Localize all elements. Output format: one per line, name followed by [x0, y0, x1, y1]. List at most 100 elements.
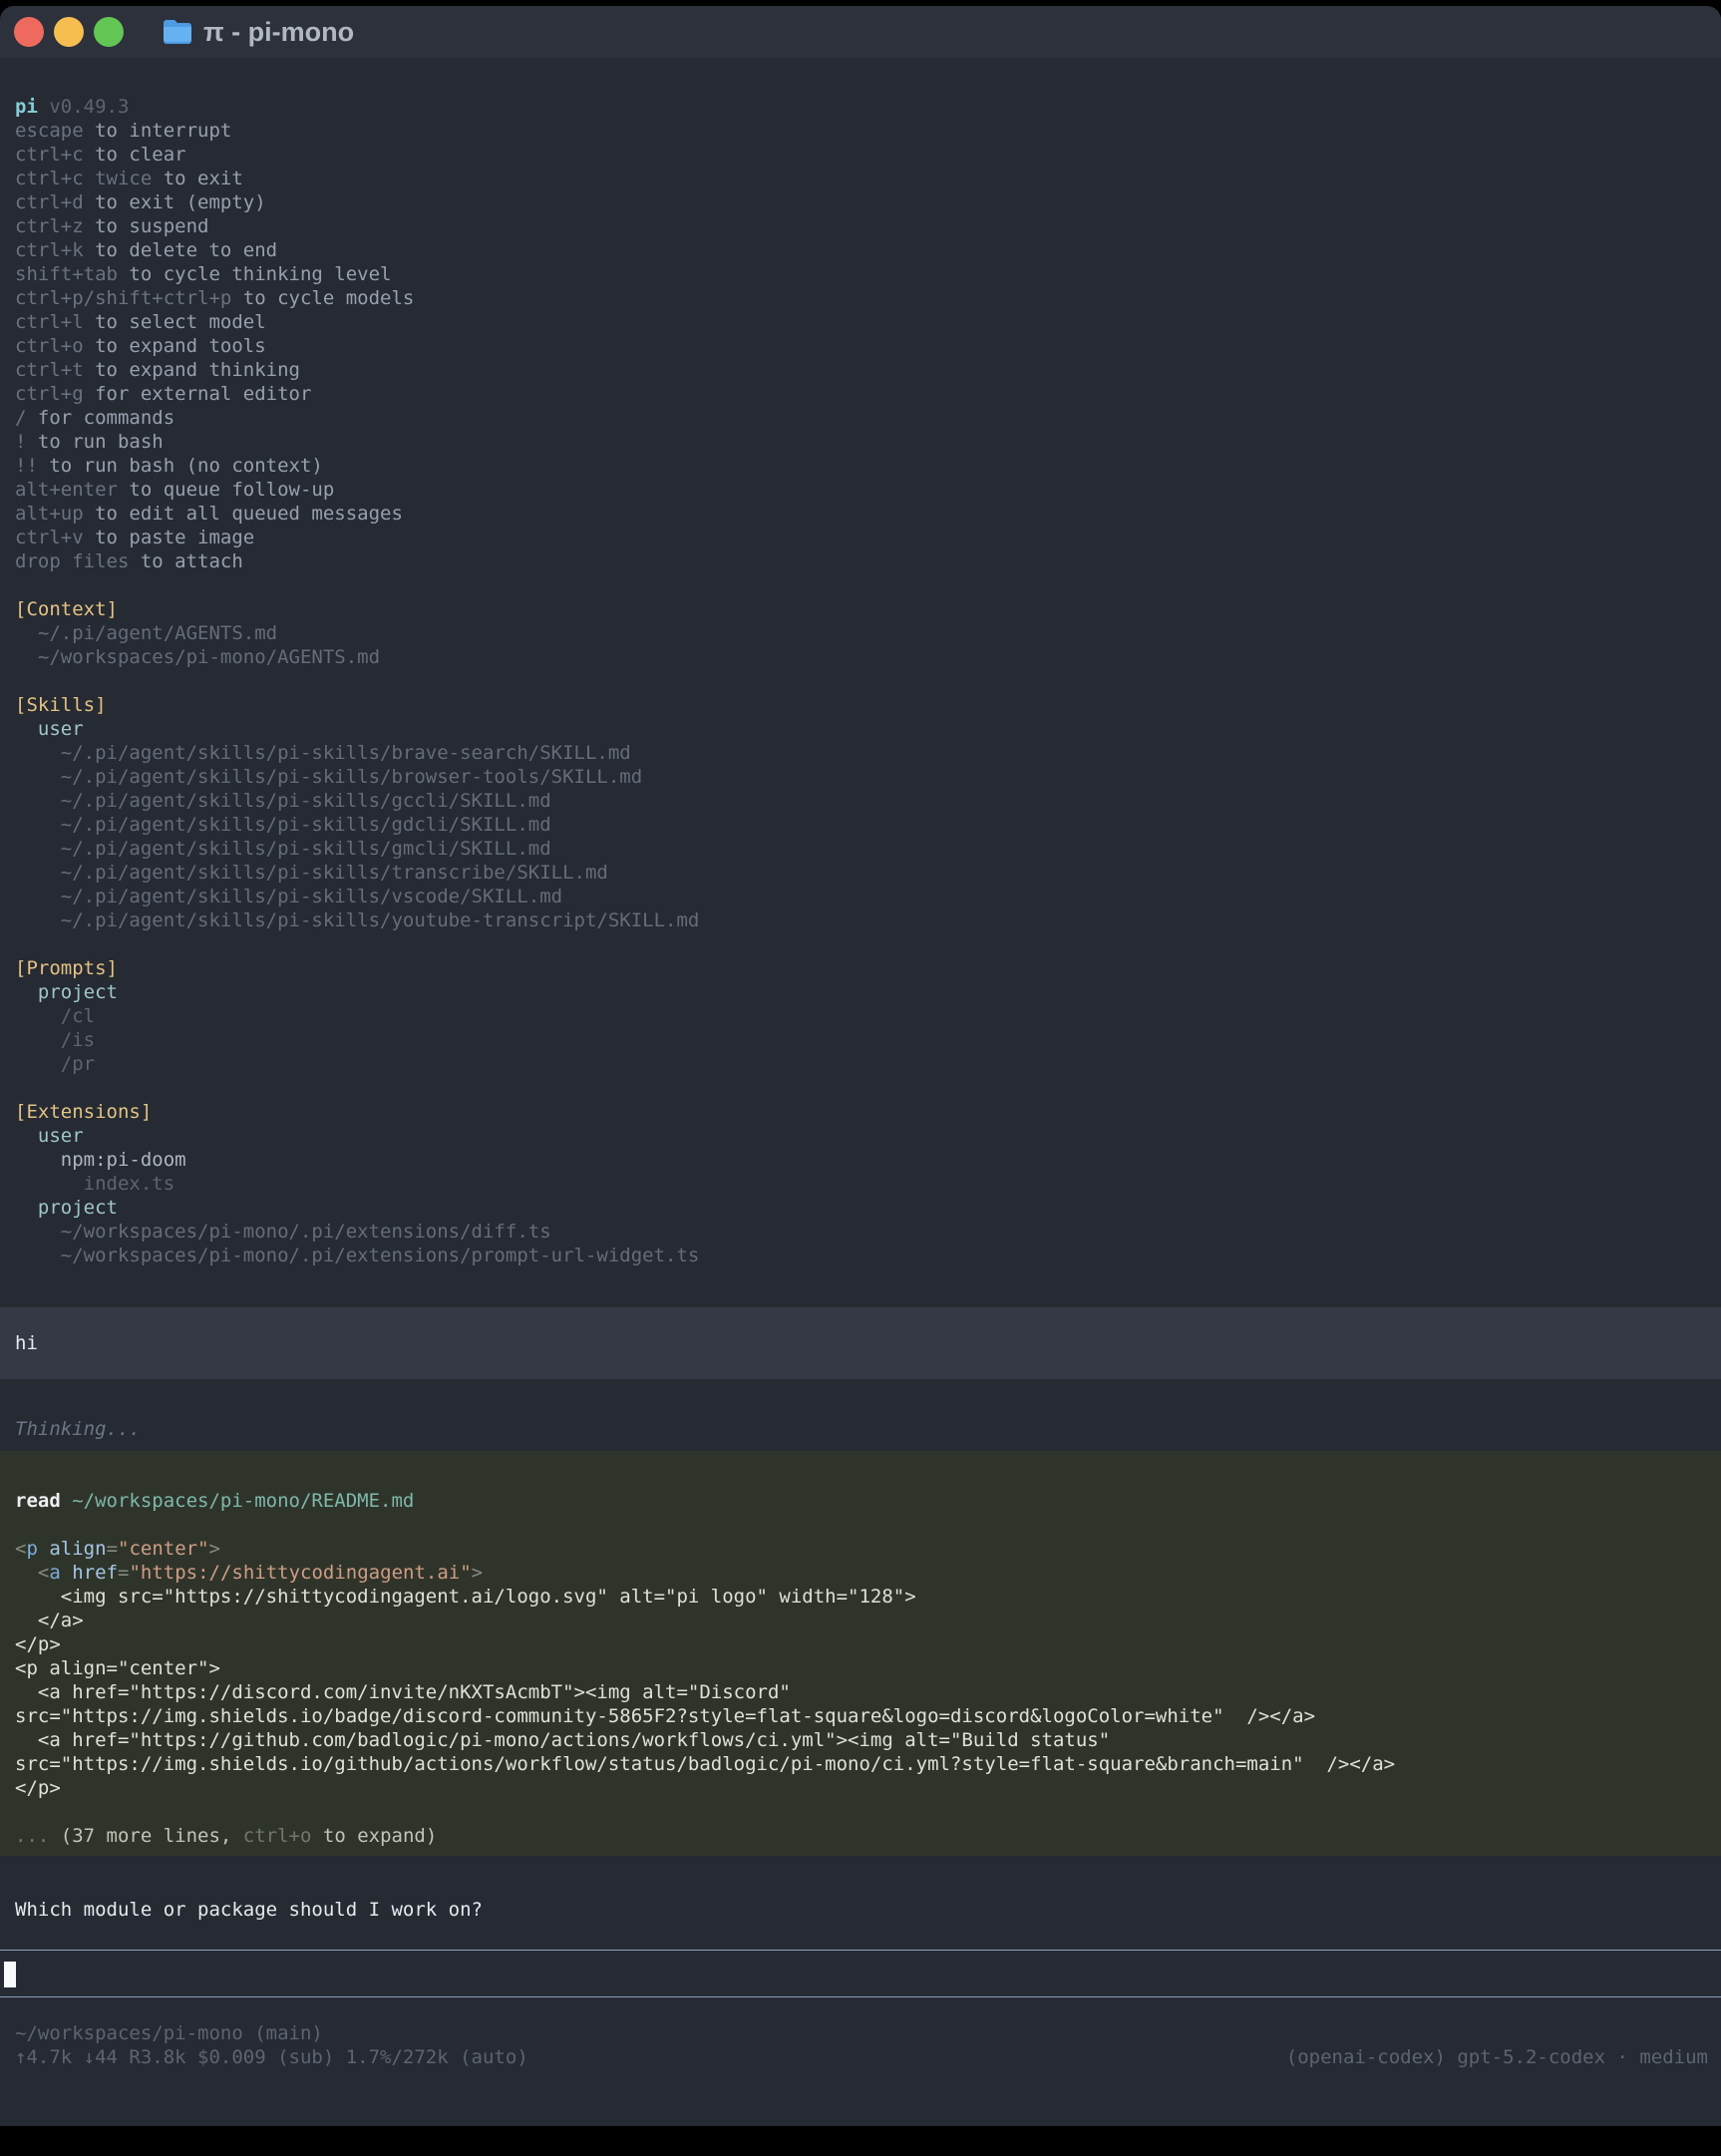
code-segment: >	[209, 1538, 220, 1560]
shortcut-line: ctrl+c to clear	[0, 143, 1721, 167]
shortcut-key: alt+enter	[15, 479, 118, 501]
code-segment: </p>	[15, 1633, 61, 1655]
code-line: <p align="center">	[0, 1537, 1721, 1561]
shortcut-desc: for external editor	[84, 383, 312, 405]
minimize-button[interactable]	[54, 17, 84, 47]
skill-path: ~/.pi/agent/skills/pi-skills/vscode/SKIL…	[0, 885, 1721, 908]
section-header-context: [Context]	[0, 597, 1721, 621]
shortcut-line: ctrl+c twice to exit	[0, 167, 1721, 190]
user-message-text: hi	[15, 1331, 38, 1355]
shortcut-line: drop files to attach	[0, 549, 1721, 573]
shortcut-line: alt+up to edit all queued messages	[0, 502, 1721, 526]
skill-path: ~/.pi/agent/skills/pi-skills/brave-searc…	[0, 741, 1721, 765]
code-segment: align	[49, 1538, 106, 1560]
shortcut-key: ctrl+t	[15, 359, 84, 381]
truncation-segment: ctrl+o	[243, 1825, 312, 1847]
folder-icon	[162, 19, 193, 45]
context-path: ~/.pi/agent/AGENTS.md	[0, 621, 1721, 645]
shortcut-line: shift+tab to cycle thinking level	[0, 262, 1721, 286]
code-segment: a	[49, 1562, 60, 1584]
thinking-indicator: Thinking...	[0, 1417, 1721, 1441]
shortcut-desc: to delete to end	[84, 239, 277, 261]
prompt-item-text: /is	[15, 1029, 95, 1051]
code-line: <a href="https://discord.com/invite/nKXT…	[0, 1680, 1721, 1704]
shortcut-key: /	[15, 407, 26, 429]
skill-path-text: ~/.pi/agent/skills/pi-skills/gccli/SKILL…	[15, 790, 551, 812]
shortcut-line: ctrl+v to paste image	[0, 526, 1721, 549]
skill-path: ~/.pi/agent/skills/pi-skills/youtube-tra…	[0, 908, 1721, 932]
skill-path-text: ~/.pi/agent/skills/pi-skills/transcribe/…	[15, 862, 608, 884]
shortcut-desc: to interrupt	[84, 120, 232, 142]
status-stats: ↑4.7k ↓44 R3.8k $0.009 (sub) 1.7%/272k (…	[15, 2045, 528, 2069]
shortcut-key: escape	[15, 120, 84, 142]
tool-header: read ~/workspaces/pi-mono/README.md	[0, 1489, 1721, 1513]
shortcut-desc: to expand tools	[84, 335, 266, 357]
zoom-button[interactable]	[94, 17, 124, 47]
shortcut-desc: to paste image	[84, 527, 255, 548]
shortcut-key: ctrl+o	[15, 335, 84, 357]
shortcut-key: drop files	[15, 550, 129, 572]
prompts-scope: project	[0, 980, 1721, 1004]
code-segment: href	[72, 1562, 118, 1584]
code-line: <img src="https://shittycodingagent.ai/l…	[0, 1585, 1721, 1609]
skill-path-text: ~/.pi/agent/skills/pi-skills/gmcli/SKILL…	[15, 838, 551, 860]
skill-path-text: ~/.pi/agent/skills/pi-skills/gdcli/SKILL…	[15, 814, 551, 836]
extension-row-text: index.ts	[15, 1173, 174, 1195]
app-version-text: v0.49.3	[38, 96, 130, 118]
code-segment: <img src="https://shittycodingagent.ai/l…	[15, 1586, 916, 1608]
shortcut-list: escape to interruptctrl+c to clearctrl+c…	[0, 119, 1721, 573]
shortcut-key: ctrl+v	[15, 527, 84, 548]
extension-row-text: user	[15, 1125, 84, 1147]
code-segment: "center"	[118, 1538, 209, 1560]
code-segment: </a>	[15, 1610, 84, 1631]
skill-path: ~/.pi/agent/skills/pi-skills/gmcli/SKILL…	[0, 837, 1721, 861]
tool-output: <p align="center"> <a href="https://shit…	[0, 1537, 1721, 1800]
terminal-window: π - pi-mono pi v0.49.3 escape to interru…	[0, 6, 1721, 2126]
shortcut-line: ctrl+p/shift+ctrl+p to cycle models	[0, 286, 1721, 310]
shortcut-desc: to run bash (no context)	[38, 455, 323, 477]
code-line: src="https://img.shields.io/github/actio…	[0, 1752, 1721, 1776]
code-segment	[38, 1538, 49, 1560]
prompt-item-text: /pr	[15, 1053, 95, 1075]
shortcut-desc: for commands	[26, 407, 174, 429]
shortcut-desc: to attach	[129, 550, 242, 572]
extension-row: project	[0, 1196, 1721, 1220]
extension-row: ~/workspaces/pi-mono/.pi/extensions/prom…	[0, 1244, 1721, 1267]
shortcut-line: ctrl+g for external editor	[0, 382, 1721, 406]
section-header-prompts: [Prompts]	[0, 956, 1721, 980]
shortcut-key: ctrl+c	[15, 144, 84, 166]
skill-path: ~/.pi/agent/skills/pi-skills/transcribe/…	[0, 861, 1721, 885]
prompt-item: /is	[0, 1028, 1721, 1052]
shortcut-desc: to queue follow-up	[118, 479, 334, 501]
code-line: src="https://img.shields.io/badge/discor…	[0, 1704, 1721, 1728]
truncation-segment: to expand)	[311, 1825, 437, 1847]
shortcut-desc: to edit all queued messages	[84, 503, 403, 525]
code-segment: src="https://img.shields.io/github/actio…	[15, 1753, 1395, 1775]
shortcut-line: !! to run bash (no context)	[0, 454, 1721, 478]
status-bar: ~/workspaces/pi-mono (main) ↑4.7k ↓44 R3…	[0, 2021, 1721, 2069]
skill-path: ~/.pi/agent/skills/pi-skills/browser-too…	[0, 765, 1721, 789]
code-line: <a href="https://github.com/badlogic/pi-…	[0, 1728, 1721, 1752]
shortcut-desc: to run bash	[26, 431, 163, 453]
skill-path-text: ~/.pi/agent/skills/pi-skills/youtube-tra…	[15, 909, 699, 931]
section-header-skills: [Skills]	[0, 693, 1721, 717]
shortcut-line: ctrl+t to expand thinking	[0, 358, 1721, 382]
shortcut-key: ctrl+d	[15, 191, 84, 213]
shortcut-desc: to clear	[84, 144, 186, 166]
context-path-text: ~/.pi/agent/AGENTS.md	[15, 622, 277, 644]
shortcut-line: escape to interrupt	[0, 119, 1721, 143]
prompt-input[interactable]	[0, 1950, 1721, 1997]
skill-path-text: ~/.pi/agent/skills/pi-skills/brave-searc…	[15, 742, 631, 764]
code-segment: <a href="https://discord.com/invite/nKXT…	[15, 1681, 791, 1703]
context-paths: ~/.pi/agent/AGENTS.md ~/workspaces/pi-mo…	[0, 621, 1721, 669]
shortcut-key: ctrl+l	[15, 311, 84, 333]
shortcut-desc: to cycle models	[231, 287, 414, 309]
code-line: <p align="center">	[0, 1656, 1721, 1680]
code-segment: src="https://img.shields.io/badge/discor…	[15, 1705, 1315, 1727]
close-button[interactable]	[14, 17, 44, 47]
prompt-item: /pr	[0, 1052, 1721, 1076]
code-segment: </p>	[15, 1777, 61, 1799]
skill-path-text: ~/.pi/agent/skills/pi-skills/vscode/SKIL…	[15, 886, 562, 907]
section-header-extensions: [Extensions]	[0, 1100, 1721, 1124]
prompts-rows: project /cl /is /pr	[0, 980, 1721, 1076]
